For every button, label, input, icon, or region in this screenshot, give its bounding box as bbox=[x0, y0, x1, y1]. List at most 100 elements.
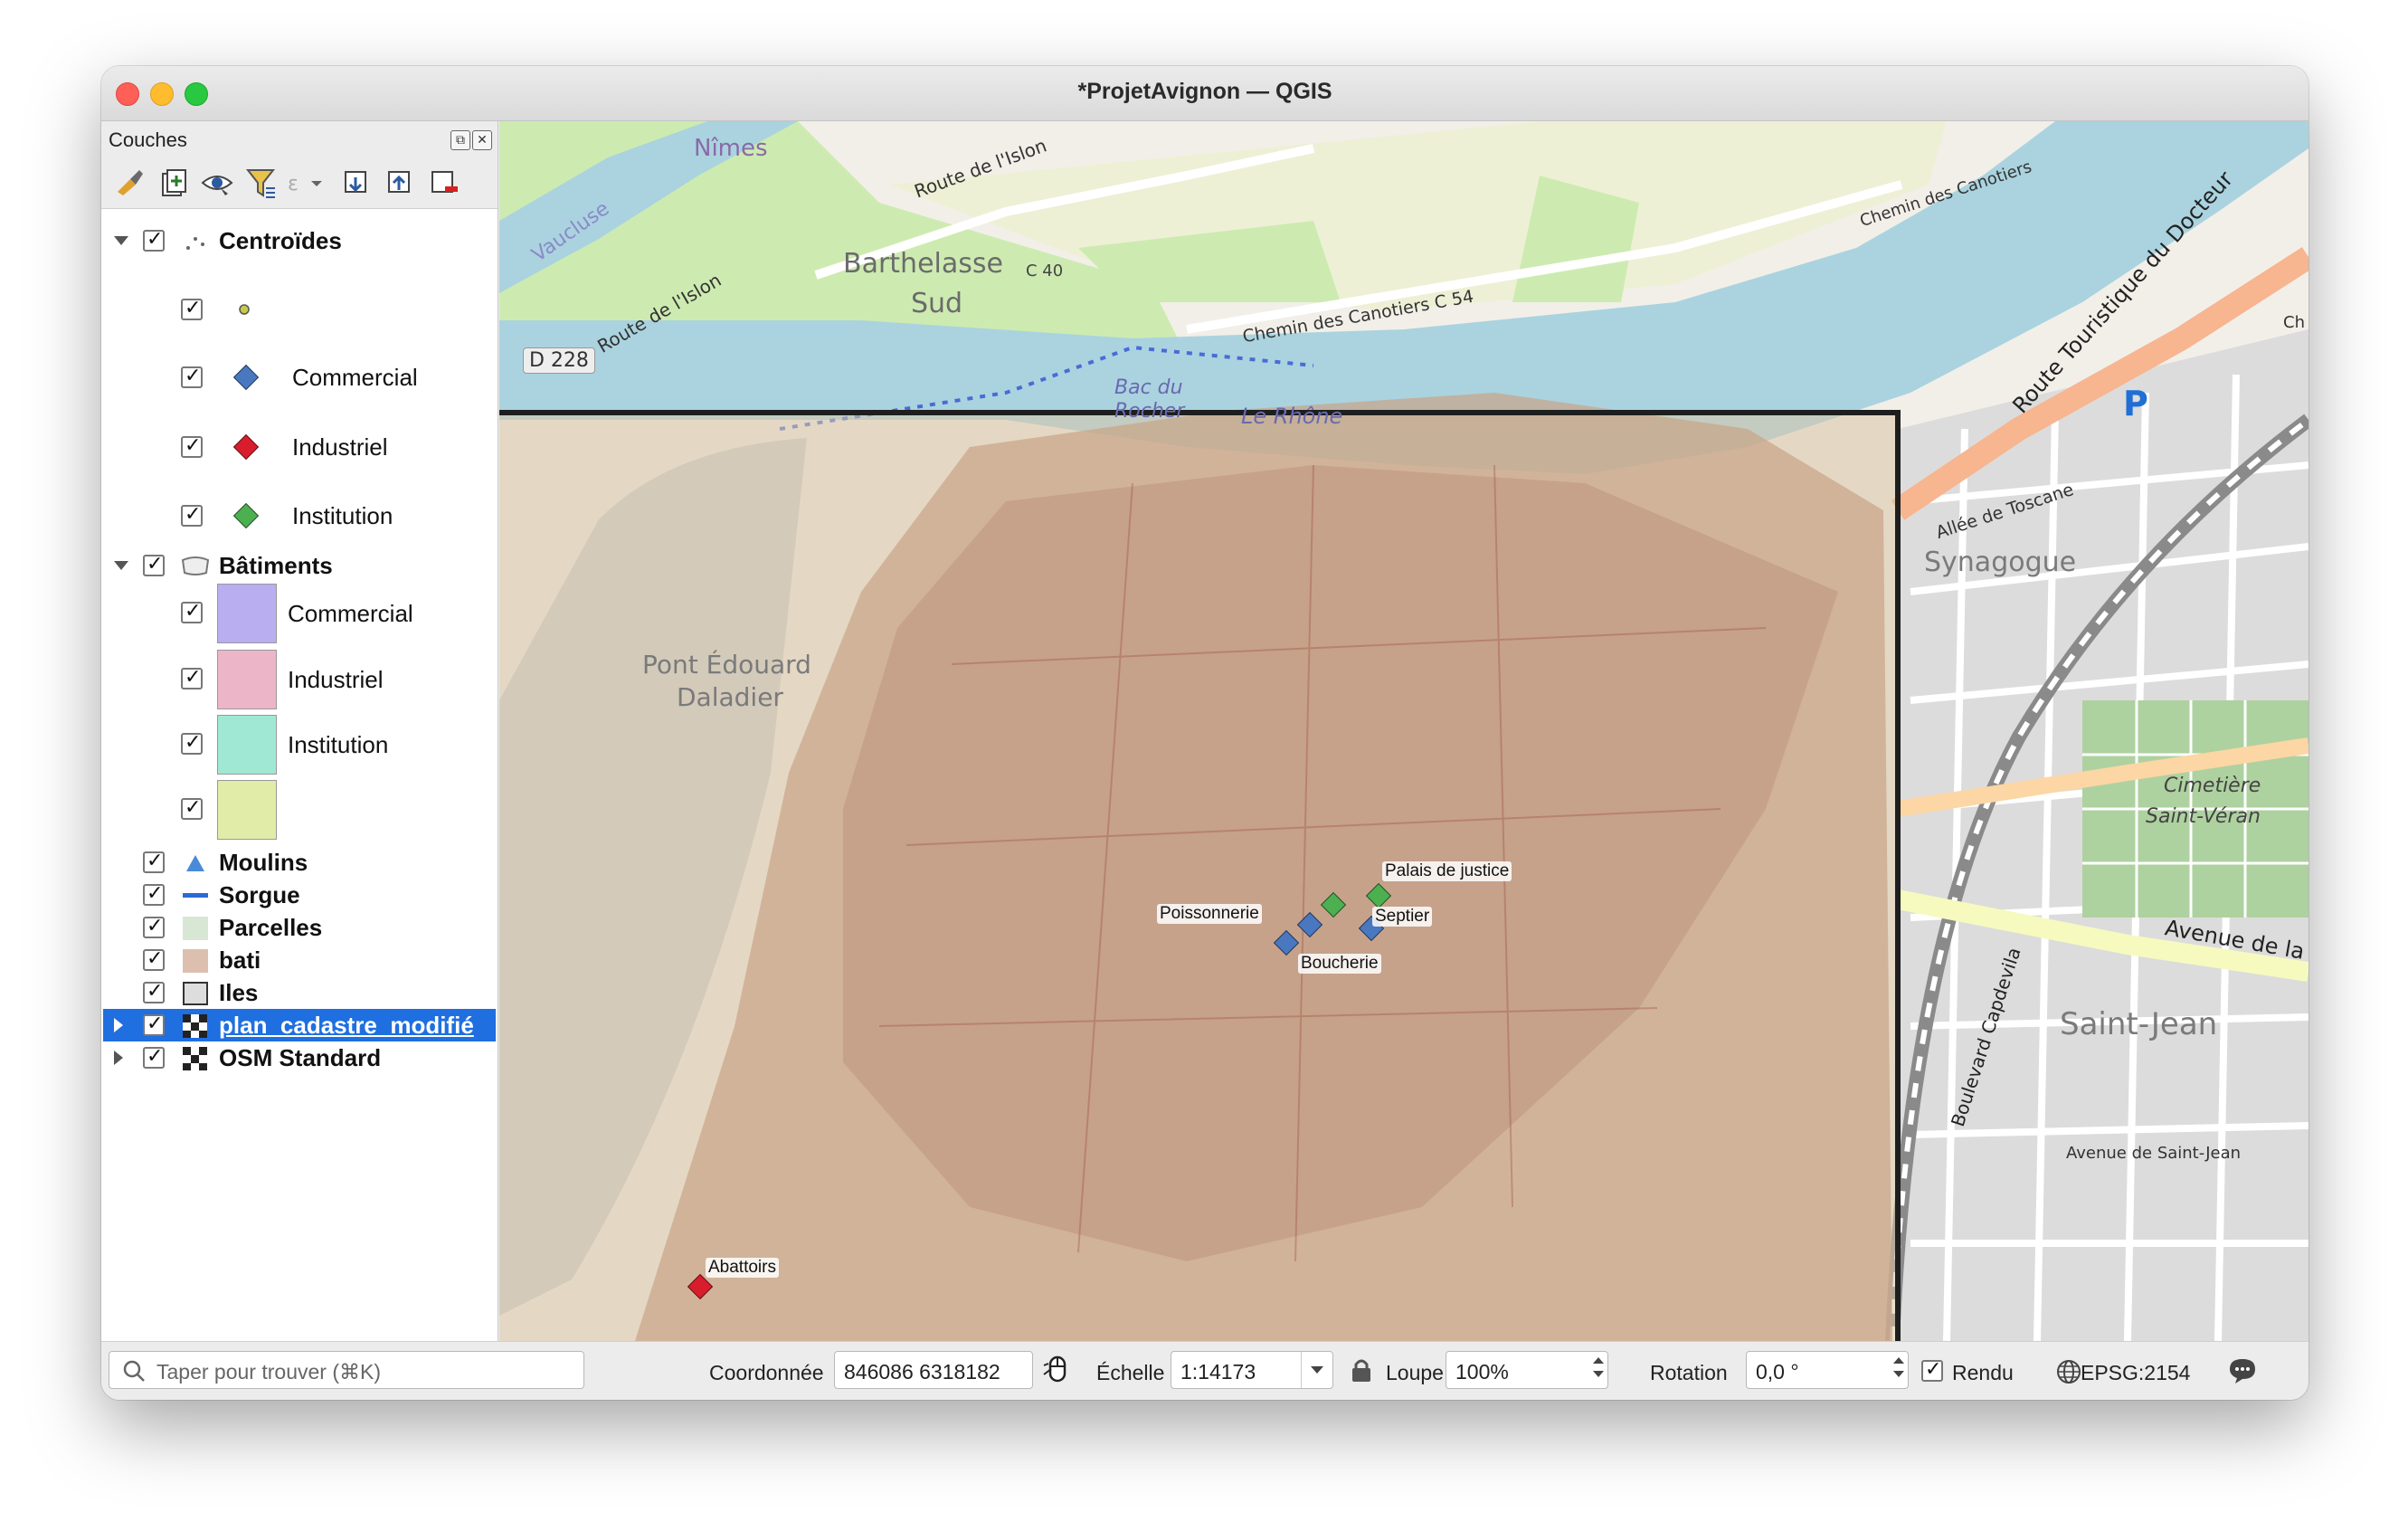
lock-scale-icon[interactable] bbox=[1350, 1356, 1373, 1384]
map-label: Ch bbox=[2283, 313, 2305, 332]
coordinate-field[interactable]: 846086 6318182 bbox=[834, 1351, 1033, 1389]
coordinate-value: 846086 6318182 bbox=[844, 1360, 1000, 1384]
legend-checkbox[interactable] bbox=[181, 600, 203, 623]
point-label: Septier bbox=[1372, 907, 1433, 927]
layer-label: plan_cadastre_modifié bbox=[219, 1012, 474, 1039]
render-checkbox[interactable] bbox=[1921, 1358, 1943, 1382]
color-swatch bbox=[217, 584, 277, 643]
status-bar: Taper pour trouver (⌘K) Coordonnée 84608… bbox=[101, 1341, 2308, 1400]
layers-panel-header: Couches ⧉ ✕ bbox=[101, 121, 498, 157]
raster-layer-icon bbox=[183, 1047, 207, 1070]
legend-checkbox[interactable] bbox=[181, 365, 203, 388]
legend-item-institution: Institution bbox=[101, 499, 498, 532]
rotation-value: 0,0 ° bbox=[1756, 1360, 1799, 1384]
layer-checkbox[interactable] bbox=[143, 882, 165, 906]
spinbox-arrows-icon[interactable] bbox=[1593, 1357, 1604, 1377]
legend-item-institution: Institution bbox=[101, 713, 498, 776]
layer-sorgue[interactable]: Sorgue bbox=[101, 879, 498, 911]
layer-osm-standard[interactable]: OSM Standard bbox=[101, 1041, 498, 1074]
rotation-spinbox[interactable]: 0,0 ° bbox=[1746, 1351, 1909, 1389]
layer-checkbox[interactable] bbox=[143, 228, 165, 252]
color-swatch bbox=[217, 650, 277, 709]
magnifier-spinbox[interactable]: 100% bbox=[1446, 1351, 1608, 1389]
rotation-label: Rotation bbox=[1650, 1361, 1728, 1384]
mouse-coordinate-toggle-icon[interactable] bbox=[1042, 1355, 1073, 1385]
point-label: Poissonnerie bbox=[1157, 904, 1262, 924]
legend-label: Commercial bbox=[288, 600, 413, 627]
layer-checkbox[interactable] bbox=[143, 850, 165, 873]
legend-checkbox[interactable] bbox=[181, 731, 203, 755]
legend-label: Industriel bbox=[292, 433, 388, 461]
messages-icon[interactable] bbox=[2227, 1356, 2258, 1385]
fill-symbol-icon bbox=[183, 982, 208, 1005]
fill-symbol-icon bbox=[183, 917, 208, 940]
layer-moulins[interactable]: Moulins bbox=[101, 846, 498, 879]
collapse-all-icon[interactable] bbox=[382, 165, 418, 201]
locator-search-input[interactable]: Taper pour trouver (⌘K) bbox=[109, 1351, 584, 1389]
layer-iles[interactable]: Iles bbox=[101, 976, 498, 1009]
line-symbol-icon bbox=[183, 893, 208, 898]
legend-item-industriel: Industriel bbox=[101, 648, 498, 711]
layer-bati[interactable]: bati bbox=[101, 944, 498, 976]
expand-arrow-icon[interactable] bbox=[114, 236, 128, 245]
layer-plan-cadastre-modifie[interactable]: plan_cadastre_modifié bbox=[103, 1009, 496, 1041]
legend-checkbox[interactable] bbox=[181, 796, 203, 820]
triangle-symbol-icon bbox=[186, 855, 204, 871]
add-group-icon[interactable] bbox=[156, 165, 192, 201]
float-panel-icon[interactable]: ⧉ bbox=[450, 130, 470, 150]
layer-label: OSM Standard bbox=[219, 1044, 382, 1071]
scale-dropdown-button[interactable] bbox=[1301, 1352, 1332, 1388]
layer-label: Iles bbox=[219, 979, 259, 1006]
point-symbol-icon bbox=[239, 304, 250, 315]
close-panel-icon[interactable]: ✕ bbox=[472, 130, 492, 150]
layer-checkbox[interactable] bbox=[143, 553, 165, 576]
legend-item-default bbox=[101, 293, 498, 326]
map-road-shield: D 228 bbox=[523, 347, 595, 374]
layers-panel: Couches ⧉ ✕ ε ✓ Centroïdes ✓ ✓ Commercia… bbox=[101, 121, 498, 1341]
layer-checkbox[interactable] bbox=[143, 947, 165, 971]
qgis-window: *ProjetAvignon — QGIS Couches ⧉ ✕ ε ✓ Ce… bbox=[101, 66, 2308, 1400]
layer-checkbox[interactable] bbox=[143, 915, 165, 938]
map-canvas[interactable]: Nîmes Route de l'Islon Route de l'Islon … bbox=[499, 121, 2308, 1341]
map-label: Nîmes bbox=[694, 135, 768, 162]
expand-arrow-icon[interactable] bbox=[114, 1018, 123, 1032]
visibility-icon[interactable] bbox=[199, 165, 235, 201]
layer-label: Centroïdes bbox=[219, 227, 342, 254]
legend-checkbox[interactable] bbox=[181, 666, 203, 689]
scale-combobox[interactable]: 1:14173 bbox=[1171, 1351, 1333, 1389]
remove-layer-icon[interactable] bbox=[425, 165, 461, 201]
scale-value: 1:14173 bbox=[1180, 1360, 1256, 1384]
expand-arrow-icon[interactable] bbox=[114, 1051, 123, 1065]
legend-checkbox[interactable] bbox=[181, 297, 203, 320]
layer-group-centroides[interactable]: Centroïdes bbox=[101, 224, 498, 257]
legend-label: Institution bbox=[288, 731, 389, 758]
layer-checkbox[interactable] bbox=[143, 1013, 165, 1036]
search-icon bbox=[123, 1360, 145, 1382]
layer-checkbox[interactable] bbox=[143, 980, 165, 1003]
layer-checkbox[interactable] bbox=[143, 1045, 165, 1069]
map-label: Pont Édouard bbox=[642, 650, 811, 680]
expression-filter-icon[interactable]: ε bbox=[286, 165, 322, 201]
chevron-down-icon bbox=[1311, 1366, 1323, 1374]
layer-parcelles[interactable]: Parcelles bbox=[101, 911, 498, 944]
title-bar: *ProjetAvignon — QGIS bbox=[101, 66, 2308, 121]
globe-icon[interactable] bbox=[2055, 1358, 2082, 1385]
legend-item-other bbox=[101, 778, 498, 842]
color-swatch bbox=[217, 780, 277, 840]
legend-checkbox[interactable] bbox=[181, 434, 203, 458]
magnifier-label: Loupe bbox=[1386, 1361, 1444, 1384]
spinbox-arrows-icon[interactable] bbox=[1893, 1357, 1904, 1377]
map-label: Avenue de Saint-Jean bbox=[2066, 1144, 2242, 1163]
style-layer-icon[interactable] bbox=[112, 165, 148, 201]
map-label: Cimetière bbox=[2164, 775, 2261, 797]
map-label: Le Rhône bbox=[1241, 404, 1343, 429]
filter-icon[interactable] bbox=[242, 165, 279, 201]
layer-group-batiments[interactable]: Bâtiments bbox=[101, 549, 498, 582]
expand-all-icon[interactable] bbox=[338, 165, 374, 201]
legend-checkbox[interactable] bbox=[181, 503, 203, 527]
crs-label[interactable]: EPSG:2154 bbox=[2081, 1361, 2190, 1385]
map-label: Daladier bbox=[677, 682, 783, 712]
expand-arrow-icon[interactable] bbox=[114, 561, 128, 570]
legend-label: Commercial bbox=[292, 364, 418, 391]
render-label: Rendu bbox=[1952, 1361, 2014, 1384]
